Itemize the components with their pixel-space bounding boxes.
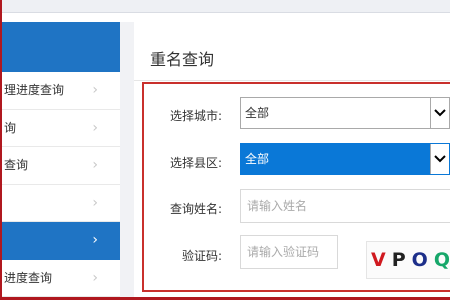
sidebar-item-active[interactable]: ›	[2, 222, 120, 260]
sidebar-item-label: 询	[4, 120, 17, 135]
chevron-right-icon: ›	[92, 119, 98, 136]
sidebar-item-label: 查询	[4, 158, 29, 172]
captcha-char: O	[411, 249, 434, 271]
chevron-down-icon	[430, 98, 449, 128]
captcha-image[interactable]: VPOQ	[366, 241, 450, 279]
content-gutter	[120, 22, 134, 300]
divider	[134, 80, 450, 81]
captcha-char: P	[391, 249, 412, 271]
sidebar-item-query[interactable]: 询 ›	[2, 109, 120, 147]
district-select-value: 全部	[245, 152, 270, 166]
page-title: 重名查询	[150, 50, 215, 69]
chevron-right-icon: ›	[92, 157, 98, 173]
sidebar-item-progress-query[interactable]: 理进度查询 ›	[2, 72, 120, 110]
chevron-right-icon: ›	[92, 269, 98, 286]
district-select[interactable]: 全部	[240, 143, 450, 175]
main-panel: 重名查询 选择城市: 全部 选择县区: 全部 查询姓名: 验证码: VPOQ	[134, 31, 450, 300]
captcha-label: 验证码:	[181, 249, 222, 263]
sidebar-item-search[interactable]: 查询 ›	[2, 147, 120, 185]
chevron-right-icon: ›	[92, 82, 98, 98]
city-select[interactable]: 全部	[240, 97, 450, 129]
sidebar-item-progress-query-2[interactable]: 进度查询 ›	[2, 259, 120, 297]
chevron-down-icon	[430, 144, 449, 174]
highlight-frame-left	[0, 0, 2, 300]
district-label: 选择县区:	[169, 156, 222, 170]
sidebar: 理进度查询 › 询 › 查询 › › › 进度查询 ›	[2, 22, 121, 300]
sidebar-header	[2, 22, 120, 72]
captcha-char: Q	[434, 242, 450, 278]
sidebar-item-label: 理进度查询	[4, 83, 65, 97]
name-input[interactable]	[240, 189, 450, 223]
chevron-right-icon: ›	[92, 232, 98, 248]
window-top-strip	[0, 0, 450, 13]
sidebar-item-blank[interactable]: ›	[2, 184, 120, 222]
chevron-right-icon: ›	[92, 194, 98, 211]
captcha-input[interactable]	[240, 235, 338, 269]
sidebar-item-label: 进度查询	[4, 270, 53, 285]
city-select-value: 全部	[245, 106, 270, 120]
captcha-char: V	[371, 249, 392, 271]
city-label: 选择城市:	[169, 109, 222, 123]
name-label: 查询姓名:	[169, 202, 222, 216]
